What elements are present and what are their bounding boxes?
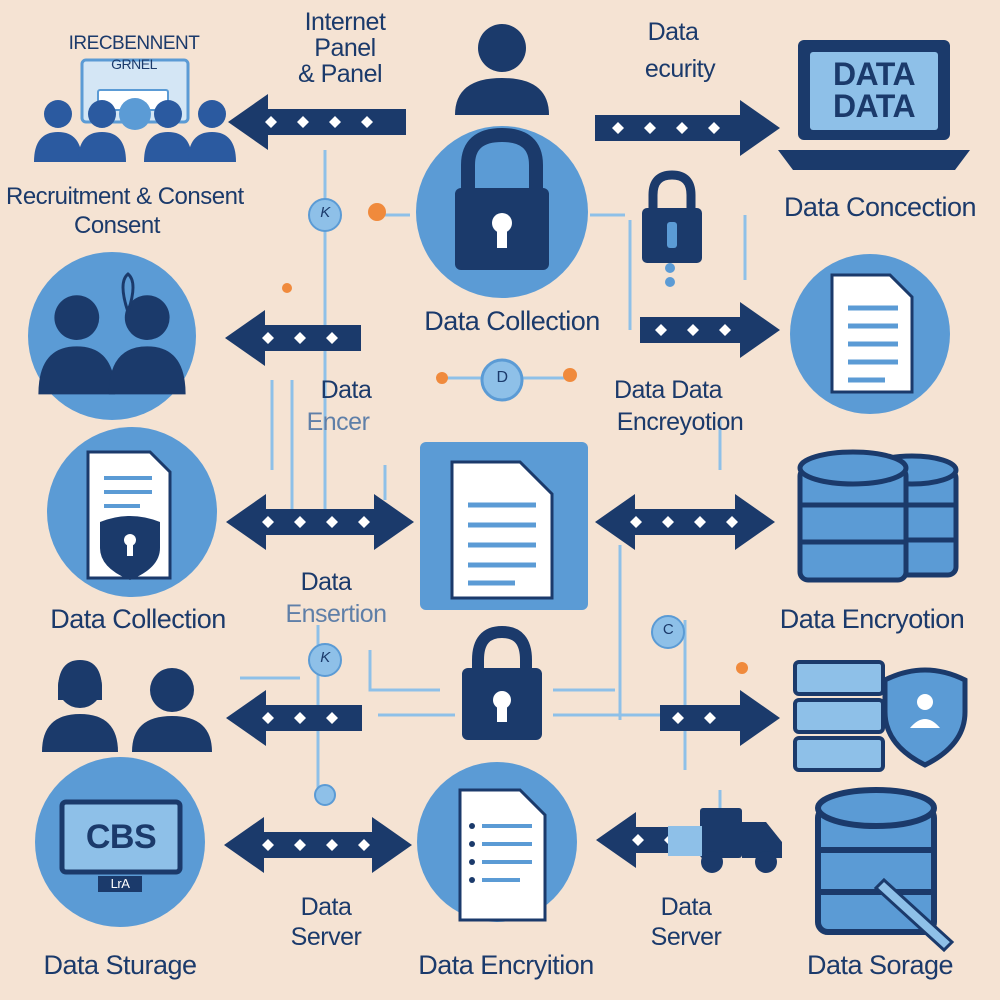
two-people-icon	[42, 660, 212, 752]
center-document-icon	[420, 442, 588, 610]
data-ensertion-label-2: Ensertion	[285, 600, 387, 628]
truck-icon	[668, 808, 782, 873]
data-data-encryption-label-1: Data Data	[613, 376, 723, 404]
people-circle-icon	[28, 252, 196, 420]
data-server-right-label-2: Server	[650, 923, 722, 951]
recruitment-consent-label: Recruitment & Consent	[6, 183, 244, 210]
node-letter-d: D	[496, 369, 508, 386]
data-sorage-label: Data Sorage	[806, 950, 954, 980]
recruitment-panel-label: IRECBENNENT	[68, 33, 200, 54]
data-server-left-label-2: Server	[290, 923, 362, 951]
data-concection-label: Data Concection	[783, 192, 977, 222]
data-security-label-1: Data	[647, 18, 699, 46]
data-collection-left-label: Data Collection	[50, 604, 226, 634]
data-security-label-2: ecurity	[644, 55, 716, 83]
internet-panel-label-2: Panel	[314, 34, 376, 62]
data-flow-diagram: IRECBENNENT GRNEL Internet Panel & Panel…	[0, 0, 1000, 1000]
data-data-encryption-label-2: Encreyotion	[616, 408, 744, 436]
node-letter-k-top: K	[320, 204, 330, 221]
laptop-screen-text-2: DATA	[832, 88, 916, 124]
data-encryition-bottom-label: Data Encryition	[418, 950, 594, 980]
data-server-left-label-1: Data	[300, 893, 352, 921]
document-shield-circle-icon	[47, 427, 217, 597]
recruitment-panel-icon	[34, 58, 236, 162]
person-icon	[455, 24, 549, 115]
node-letter-k-bottom: K	[320, 649, 330, 666]
internet-panel-label-3: & Panel	[297, 60, 383, 88]
data-encryotion-right-label: Data Encryotion	[779, 604, 965, 634]
data-sturage-label: Data Sturage	[43, 950, 197, 980]
monitor-stand-text: LrA	[110, 876, 130, 891]
node-letter-c: C	[662, 621, 674, 638]
data-ensertion-label-1: Data	[300, 568, 352, 596]
recruitment-consent-label-2: Consent	[74, 212, 160, 239]
small-lock-icon	[642, 170, 702, 263]
data-encer-label-2: Encer	[306, 408, 370, 436]
data-server-right-label-1: Data	[660, 893, 712, 921]
recruitment-panel-sublabel: GRNEL	[111, 56, 157, 72]
lock-circle-icon	[416, 126, 588, 298]
database-stack-icon	[797, 449, 959, 583]
document-circle-icon	[790, 254, 950, 414]
internet-panel-label-1: Internet	[304, 8, 386, 36]
database-pen-icon	[815, 787, 955, 953]
monitor-screen-text: CBS	[85, 818, 157, 856]
bottom-lock-icon	[462, 625, 542, 740]
data-collection-center-label: Data Collection	[424, 306, 600, 336]
data-encer-label-1: Data	[320, 376, 372, 404]
document-list-circle-icon	[417, 762, 577, 922]
server-shield-icon	[793, 660, 968, 772]
